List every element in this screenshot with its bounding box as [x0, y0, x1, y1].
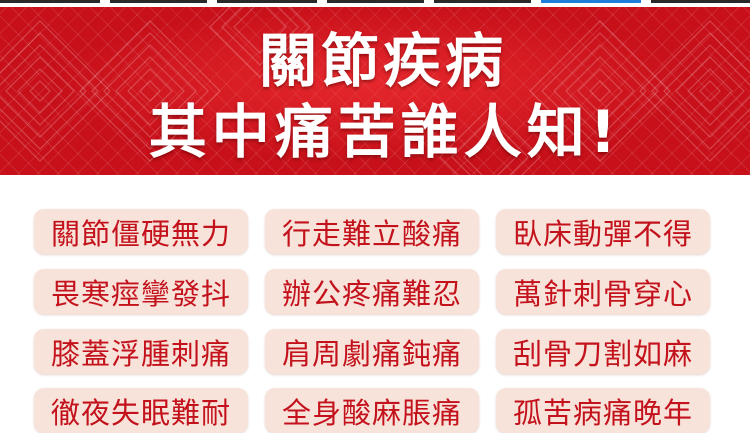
thumbnail[interactable]: [327, 0, 424, 3]
headline-banner: 關節疾病 其中痛苦誰人知!: [0, 7, 750, 175]
thumbnail[interactable]: [110, 0, 207, 3]
symptom-tag: 行走難立酸痛: [265, 209, 479, 254]
symptom-tag: 孤苦病痛晚年: [496, 388, 710, 433]
thumbnail[interactable]: [434, 0, 531, 3]
thumbnail[interactable]: [651, 0, 750, 3]
symptom-tag: 徹夜失眠難耐: [34, 388, 248, 433]
symptom-tag: 刮骨刀割如麻: [496, 329, 710, 374]
headline-title: 關節疾病: [258, 27, 507, 95]
thumbnail[interactable]: [0, 0, 100, 3]
thumbnail-active[interactable]: [541, 0, 641, 3]
symptom-tag: 畏寒痙攣發抖: [34, 269, 248, 314]
symptom-tag: 全身酸麻脹痛: [265, 388, 479, 433]
symptom-tag: 膝蓋浮腫刺痛: [34, 329, 248, 374]
page: 關節疾病 其中痛苦誰人知! 關節僵硬無力 行走難立酸痛 臥床動彈不得 畏寒痙攣發…: [0, 0, 750, 433]
headline-subtitle: 其中痛苦誰人知!: [148, 98, 622, 166]
symptom-tag: 萬針刺骨穿心: [496, 269, 710, 314]
symptom-tag: 關節僵硬無力: [34, 209, 248, 254]
symptom-tag: 辦公疼痛難忍: [265, 269, 479, 314]
symptom-tag-grid: 關節僵硬無力 行走難立酸痛 臥床動彈不得 畏寒痙攣發抖 辦公疼痛難忍 萬針刺骨穿…: [34, 209, 714, 433]
thumbnail[interactable]: [217, 0, 317, 3]
top-thumbnail-strip: [0, 0, 750, 5]
symptom-tag: 臥床動彈不得: [496, 209, 710, 254]
symptom-tag: 肩周劇痛鈍痛: [265, 329, 479, 374]
